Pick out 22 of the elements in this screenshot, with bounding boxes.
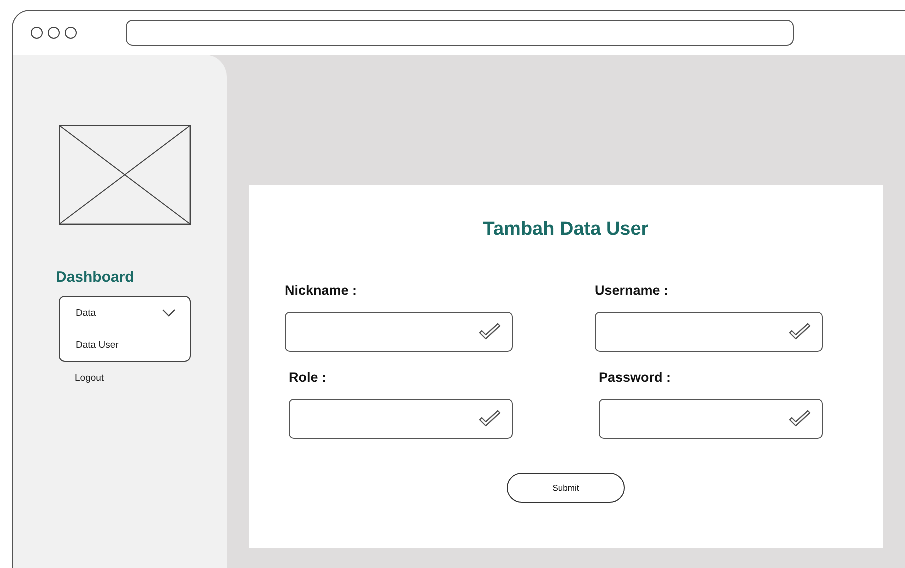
- window-dot-icon[interactable]: [48, 27, 60, 39]
- field-label: Username :: [595, 283, 670, 298]
- window-dot-icon[interactable]: [31, 27, 43, 39]
- input-field[interactable]: [599, 399, 823, 439]
- input-field[interactable]: [289, 399, 513, 439]
- field-label: Role :: [289, 370, 328, 385]
- image-placeholder-icon: [59, 125, 191, 225]
- check-icon: [478, 323, 502, 341]
- check-icon: [478, 410, 502, 428]
- chevron-down-icon: [162, 309, 176, 317]
- field-label: Password :: [599, 370, 672, 385]
- input-field[interactable]: [595, 312, 823, 352]
- check-icon: [788, 323, 812, 341]
- window-dot-icon[interactable]: [65, 27, 77, 39]
- sidebar-title: Dashboard: [56, 269, 136, 286]
- input-field[interactable]: [285, 312, 513, 352]
- address-bar[interactable]: [126, 20, 794, 46]
- check-icon: [788, 410, 812, 428]
- form-title: Tambah Data User: [483, 219, 649, 241]
- menu-item[interactable]: Data: [60, 297, 190, 329]
- submit-button[interactable]: Submit: [507, 473, 625, 503]
- field-label: Nickname :: [285, 283, 358, 298]
